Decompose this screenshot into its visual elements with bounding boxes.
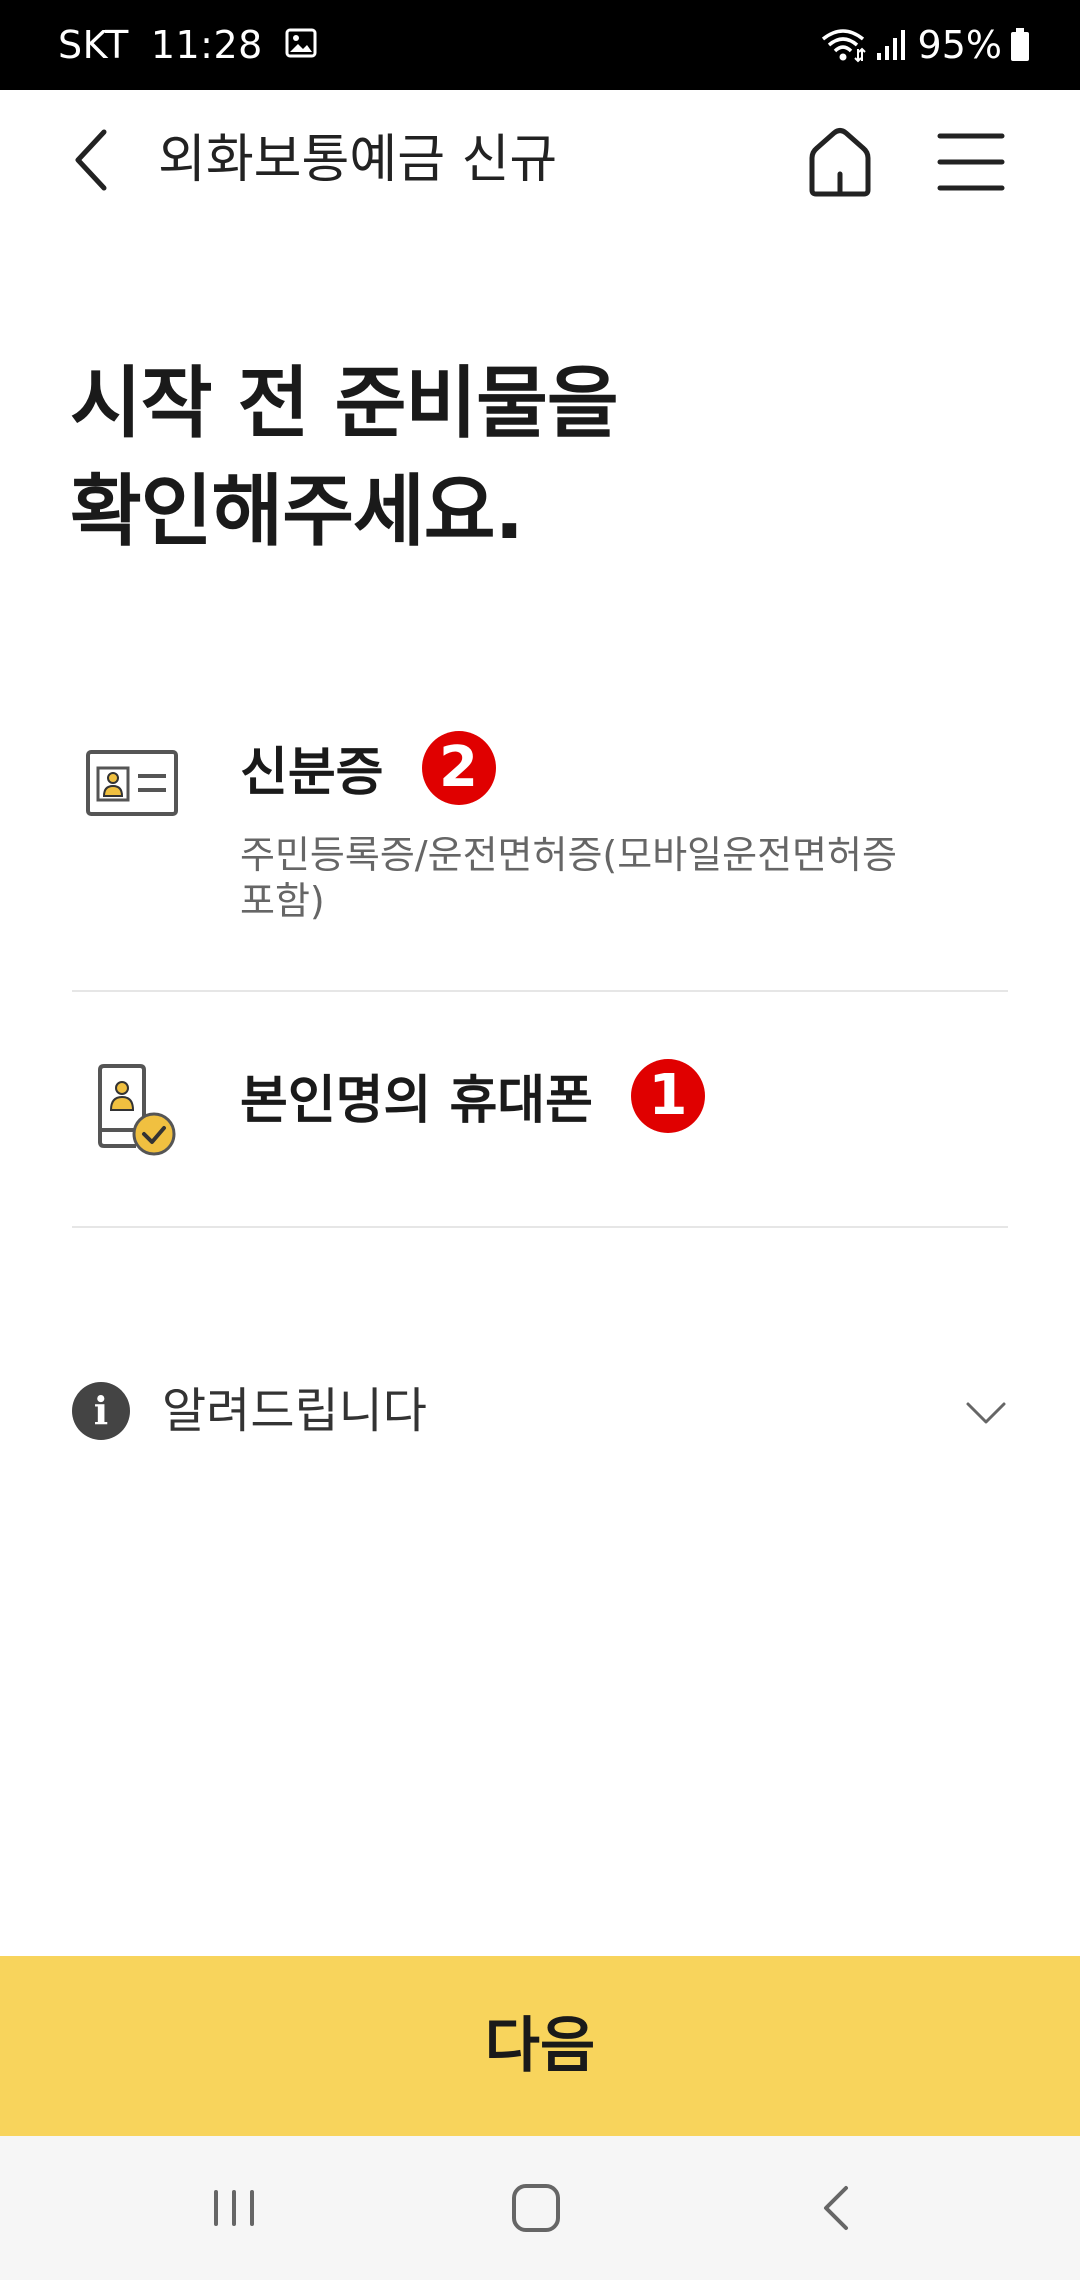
chevron-down-icon bbox=[964, 1392, 1008, 1432]
requirement-item-id-card: 신분증 2 주민등록증/운전면허증(모바일운전면허증 포함) bbox=[72, 690, 1008, 990]
system-home-button[interactable] bbox=[486, 2158, 586, 2258]
requirement-item-phone: 본인명의 휴대폰 1 bbox=[72, 992, 1008, 1228]
item-title-text: 신분증 bbox=[240, 743, 384, 803]
chevron-left-icon bbox=[824, 2186, 848, 2230]
battery-icon bbox=[1010, 28, 1030, 62]
item-title-text: 본인명의 휴대폰 bbox=[240, 1071, 593, 1131]
status-right: 95% bbox=[820, 0, 1030, 90]
system-back-button[interactable] bbox=[788, 2158, 888, 2258]
item-description: 주민등록증/운전면허증(모바일운전면허증 포함) bbox=[240, 833, 897, 923]
recent-apps-button[interactable] bbox=[184, 2158, 284, 2258]
home-square-icon bbox=[512, 2184, 560, 2232]
id-card-icon bbox=[82, 730, 182, 830]
signal-icon bbox=[876, 29, 906, 61]
system-nav-bar bbox=[0, 2136, 1080, 2280]
notice-toggle[interactable]: i 알려드립니다 bbox=[72, 1378, 1008, 1444]
page-title-line1: 시작 전 준비물을 bbox=[70, 359, 619, 449]
back-button[interactable] bbox=[60, 120, 130, 200]
next-button[interactable]: 다음 bbox=[0, 1956, 1080, 2136]
divider bbox=[72, 1226, 1008, 1228]
number-badge: 1 bbox=[630, 1058, 705, 1133]
carrier-label: SKT bbox=[58, 23, 129, 67]
verified-phone-icon bbox=[82, 1058, 182, 1158]
info-icon: i bbox=[72, 1382, 130, 1440]
page-title-line2: 확인해주세요. bbox=[70, 467, 524, 557]
header-title: 외화보통예금 신규 bbox=[158, 130, 558, 190]
app-header: 외화보통예금 신규 bbox=[0, 90, 1080, 230]
home-button[interactable] bbox=[800, 122, 880, 202]
notice-label: 알려드립니다 bbox=[162, 1383, 427, 1439]
clock: 11:28 bbox=[150, 23, 263, 67]
number-badge: 2 bbox=[421, 730, 496, 805]
recent-apps-icon bbox=[214, 2190, 254, 2226]
gallery-notification-icon bbox=[285, 23, 317, 67]
status-left: SKT 11:28 bbox=[58, 0, 317, 90]
item-title: 신분증 2 bbox=[240, 730, 496, 805]
wifi-icon bbox=[820, 27, 866, 63]
chevron-left-icon bbox=[75, 129, 107, 191]
status-bar: SKT 11:28 95% bbox=[0, 0, 1080, 90]
menu-button[interactable] bbox=[930, 126, 1010, 198]
page-title: 시작 전 준비물을 확인해주세요. bbox=[70, 350, 970, 566]
item-title: 본인명의 휴대폰 1 bbox=[240, 1058, 705, 1133]
hamburger-menu-icon bbox=[937, 133, 1005, 191]
home-icon bbox=[809, 128, 871, 197]
battery-percent: 95% bbox=[917, 23, 1002, 67]
